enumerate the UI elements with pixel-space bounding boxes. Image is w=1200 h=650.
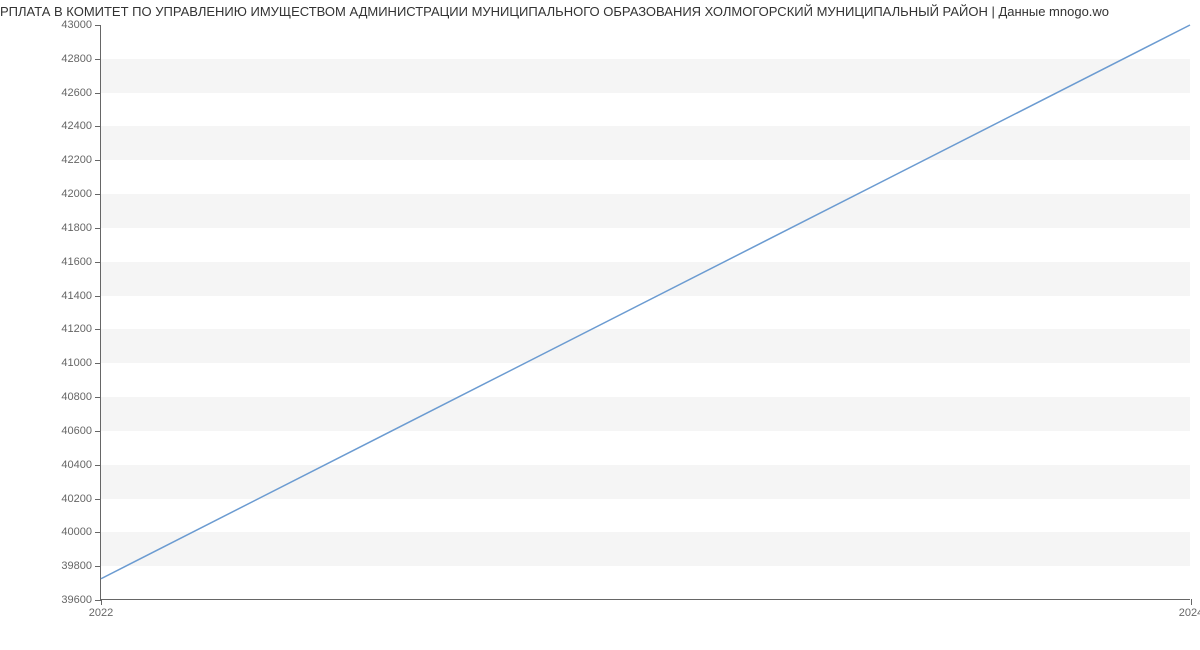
y-axis-label: 41200 (61, 323, 92, 335)
y-axis-label: 42200 (61, 154, 92, 166)
y-tick (95, 499, 101, 500)
y-tick (95, 532, 101, 533)
chart-container: 39600 39800 40000 40200 40400 40600 40800 41000… (50, 25, 1190, 625)
x-axis-label: 2024 (1179, 607, 1200, 619)
y-tick (95, 329, 101, 330)
y-axis-label: 40800 (61, 391, 92, 403)
y-axis-label: 43000 (61, 19, 92, 31)
y-axis-label: 41800 (61, 222, 92, 234)
y-axis-label: 40600 (61, 425, 92, 437)
y-tick (95, 25, 101, 26)
y-axis-label: 41000 (61, 357, 92, 369)
plot-area: 3960039800400004020040400406004080041000… (100, 25, 1190, 600)
y-axis-label: 41400 (61, 290, 92, 302)
y-tick (95, 566, 101, 567)
y-axis-label: 40000 (61, 526, 92, 538)
x-axis-label: 2022 (89, 607, 113, 619)
y-axis-label: 39800 (61, 560, 92, 572)
data-line (101, 25, 1190, 579)
y-tick (95, 363, 101, 364)
y-tick (95, 465, 101, 466)
y-tick (95, 126, 101, 127)
y-tick (95, 160, 101, 161)
y-axis-label: 42400 (61, 120, 92, 132)
chart-line (101, 25, 1190, 599)
y-axis-label: 42000 (61, 188, 92, 200)
x-tick (101, 599, 102, 605)
x-tick (1191, 599, 1192, 605)
y-tick (95, 228, 101, 229)
y-axis-label: 40200 (61, 493, 92, 505)
y-axis-label: 42800 (61, 53, 92, 65)
y-tick (95, 93, 101, 94)
y-tick (95, 194, 101, 195)
chart-title: РПЛАТА В КОМИТЕТ ПО УПРАВЛЕНИЮ ИМУЩЕСТВО… (0, 0, 1200, 19)
y-axis-label: 39600 (61, 594, 92, 606)
y-tick (95, 431, 101, 432)
y-axis-label: 40400 (61, 459, 92, 471)
y-axis-label: 42600 (61, 87, 92, 99)
y-tick (95, 59, 101, 60)
y-axis-label: 41600 (61, 256, 92, 268)
y-tick (95, 296, 101, 297)
y-tick (95, 262, 101, 263)
y-tick (95, 397, 101, 398)
